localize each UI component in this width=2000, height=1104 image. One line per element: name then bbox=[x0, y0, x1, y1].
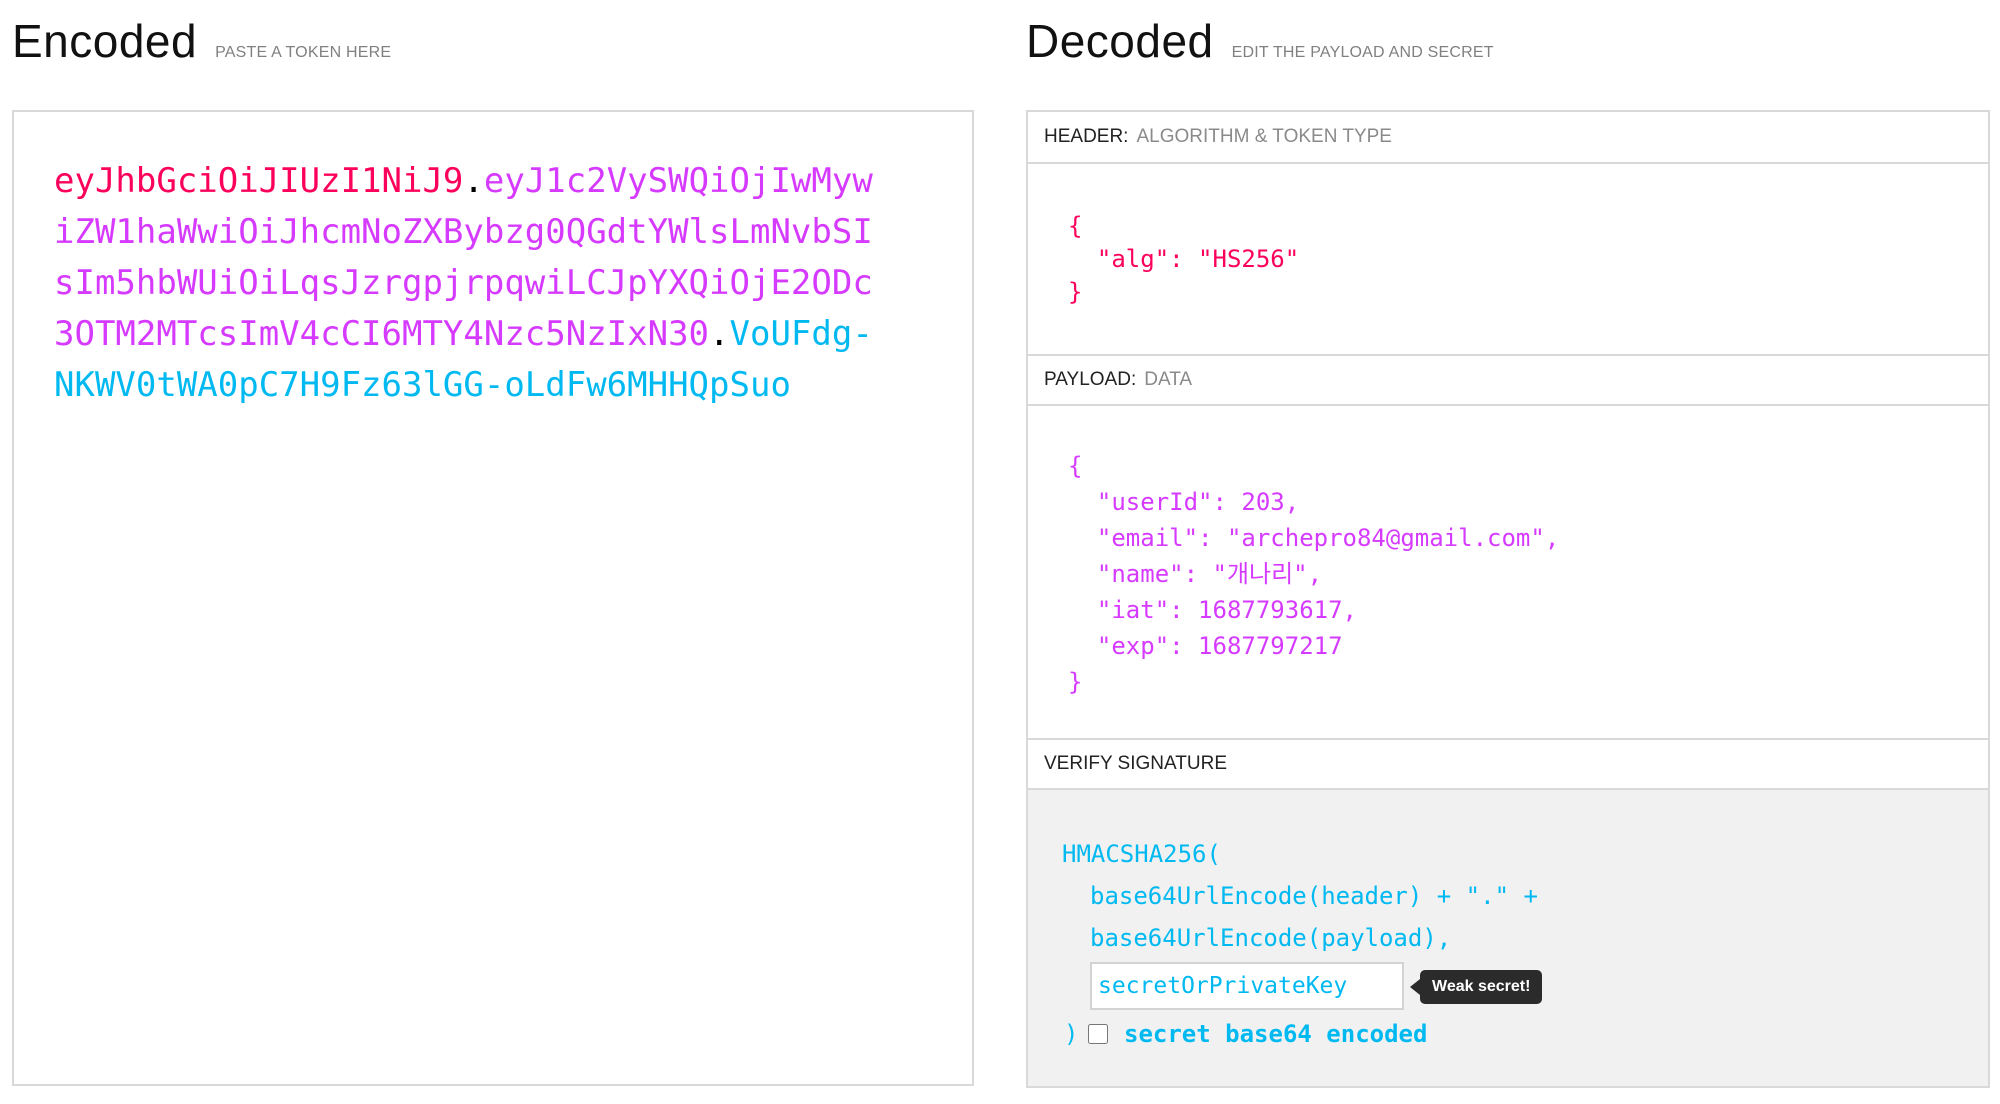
hmac-payload-line: base64UrlEncode(payload), bbox=[1090, 924, 1452, 952]
decoded-subtitle: EDIT THE PAYLOAD AND SECRET bbox=[1231, 44, 1494, 61]
hmac-close-paren: ) bbox=[1064, 1020, 1079, 1048]
token-header-part: eyJhbGciOiJIUzI1NiJ9 bbox=[54, 161, 464, 201]
verify-section-label: VERIFY SIGNATURE bbox=[1044, 753, 1227, 774]
token-dot-1: . bbox=[463, 161, 484, 201]
decoded-heading: Decoded EDIT THE PAYLOAD AND SECRET bbox=[1026, 14, 1494, 68]
payload-json-editor[interactable]: { "userId": 203, "email": "archepro84@gm… bbox=[1068, 448, 1559, 700]
secret-input[interactable] bbox=[1090, 962, 1404, 1010]
payload-section-title: PAYLOAD: DATA bbox=[1028, 354, 1988, 406]
encoded-token-text[interactable]: eyJhbGciOiJIUzI1NiJ9.eyJ1c2VySWQiOjIwMyw… bbox=[54, 156, 874, 411]
decoded-panel: HEADER: ALGORITHM & TOKEN TYPE { "alg": … bbox=[1026, 110, 1990, 1088]
hmac-header-line: base64UrlEncode(header) + "." + bbox=[1090, 882, 1538, 910]
hmac-function-open: HMACSHA256( bbox=[1062, 840, 1221, 868]
header-section-sub: ALGORITHM & TOKEN TYPE bbox=[1136, 126, 1392, 147]
verify-signature-area: HMACSHA256( base64UrlEncode(header) + ".… bbox=[1028, 790, 1988, 1086]
header-json-editor[interactable]: { "alg": "HS256" } bbox=[1068, 210, 1299, 309]
decoded-title: Decoded bbox=[1026, 15, 1214, 67]
weak-secret-tooltip: Weak secret! bbox=[1409, 970, 1543, 1004]
secret-base64-checkbox[interactable] bbox=[1088, 1024, 1108, 1044]
token-dot-2: . bbox=[709, 314, 730, 354]
secret-base64-label[interactable]: secret base64 encoded bbox=[1124, 1020, 1427, 1048]
verify-section-title: VERIFY SIGNATURE bbox=[1028, 738, 1988, 790]
encoded-title: Encoded bbox=[12, 15, 198, 67]
encoded-heading: Encoded PASTE A TOKEN HERE bbox=[12, 14, 391, 68]
encoded-subtitle: PASTE A TOKEN HERE bbox=[215, 44, 392, 61]
payload-section-label: PAYLOAD: bbox=[1044, 369, 1137, 390]
header-section-title: HEADER: ALGORITHM & TOKEN TYPE bbox=[1028, 112, 1988, 164]
header-section-label: HEADER: bbox=[1044, 126, 1129, 147]
encoded-token-textarea[interactable]: eyJhbGciOiJIUzI1NiJ9.eyJ1c2VySWQiOjIwMyw… bbox=[12, 110, 974, 1086]
payload-section-sub: DATA bbox=[1144, 369, 1193, 390]
